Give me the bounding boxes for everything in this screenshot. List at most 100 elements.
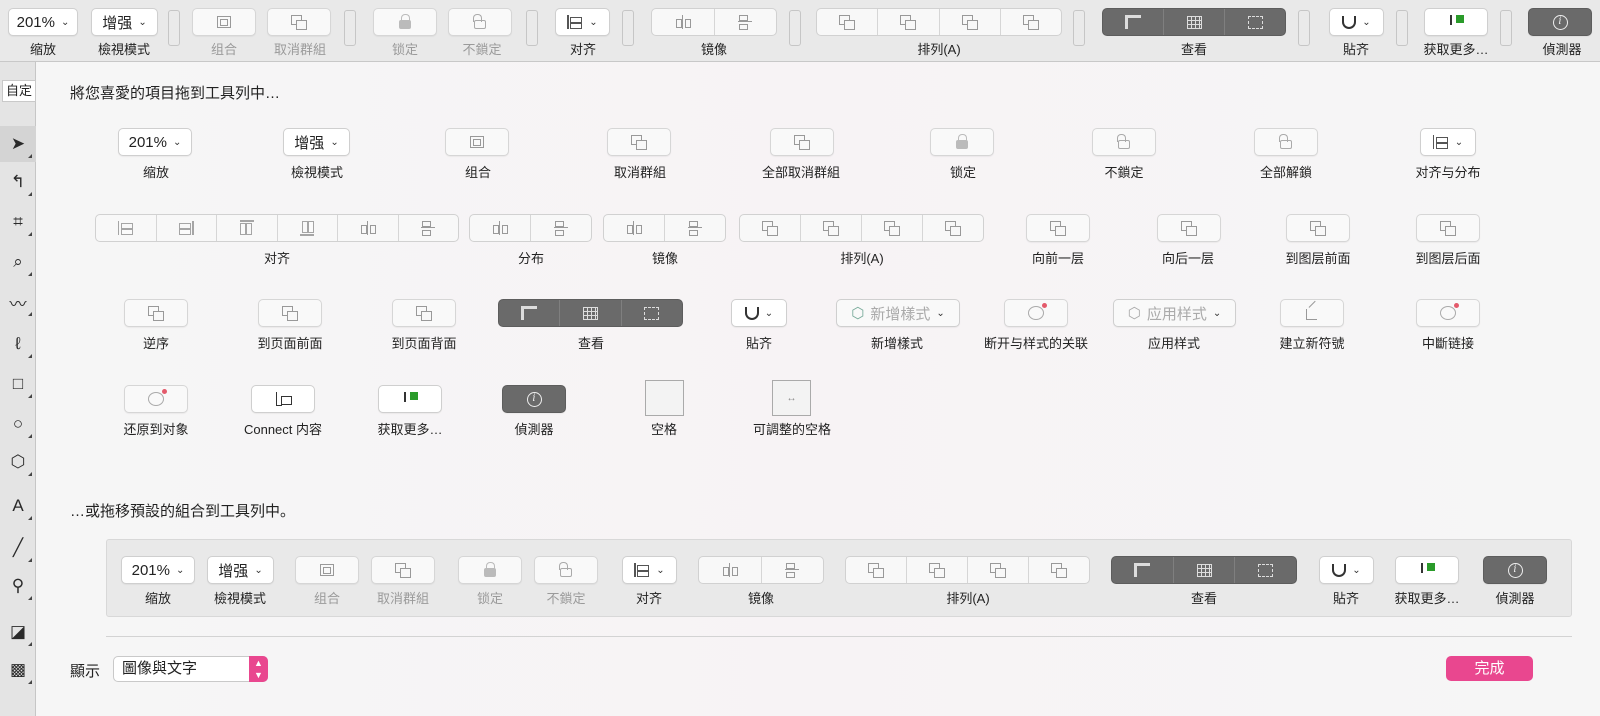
item-snap[interactable]: ⌄	[731, 299, 787, 327]
item-revert-to-object[interactable]	[124, 385, 188, 413]
item-view-mode[interactable]: 增强 ⌄	[283, 128, 350, 156]
polygon-tool[interactable]: ⬡	[0, 444, 36, 480]
item-new-style[interactable]: ⬡ 新增樣式 ⌄	[836, 299, 960, 327]
distribute-v-button[interactable]	[531, 215, 591, 241]
node-tool[interactable]: ↰	[0, 164, 36, 200]
item-group[interactable]	[445, 128, 509, 156]
bring-forward-button[interactable]	[740, 215, 801, 241]
item-unlock[interactable]	[1092, 128, 1156, 156]
bring-forward-button[interactable]	[817, 9, 879, 35]
crop-tool[interactable]: ⌗	[0, 204, 36, 240]
item-to-page-back[interactable]	[392, 299, 456, 327]
get-more-button[interactable]	[1424, 8, 1488, 36]
item-reverse-order[interactable]	[124, 299, 188, 327]
item-to-page-front[interactable]	[258, 299, 322, 327]
lock-button[interactable]	[373, 8, 437, 36]
item-align-distribute[interactable]: ⌄	[1420, 128, 1476, 156]
guides-button[interactable]	[622, 300, 682, 326]
item-new-symbol[interactable]	[1280, 299, 1344, 327]
item-align-segmented[interactable]	[95, 214, 459, 242]
default-inspector: i	[1483, 556, 1547, 584]
item-send-to-back[interactable]	[1416, 214, 1480, 242]
flip-vertical-button[interactable]	[715, 9, 777, 35]
chevron-down-icon: ⌄	[172, 136, 182, 148]
distribute-h-icon	[492, 221, 508, 235]
align-top-button[interactable]	[217, 215, 278, 241]
default-set[interactable]: 201% ⌄ 缩放 增强 ⌄ 檢視模式 组合 取消群組 锁定 不鎖定 ⌄ 对齐 镜像…	[106, 539, 1572, 617]
bring-to-front-button[interactable]	[940, 9, 1001, 35]
align-center-h-button[interactable]	[338, 215, 399, 241]
send-to-back-button[interactable]	[923, 215, 983, 241]
line-tool[interactable]: ╱	[0, 530, 36, 566]
item-send-backward[interactable]	[1157, 214, 1221, 242]
sidebar-custom-field[interactable]: 自定	[2, 80, 36, 102]
rectangle-tool[interactable]: □	[0, 366, 36, 402]
item-flexible-space[interactable]: ↔	[772, 380, 811, 416]
zoom-tool[interactable]: ⌕	[0, 244, 36, 280]
send-backward-button[interactable]	[878, 9, 940, 35]
align-left-button[interactable]	[96, 215, 157, 241]
item-bring-to-front[interactable]	[1286, 214, 1350, 242]
snap-dropdown[interactable]: ⌄	[1329, 8, 1384, 36]
item-unlink-style[interactable]	[1004, 299, 1068, 327]
item-mirror-segmented[interactable]	[603, 214, 726, 242]
flip-horizontal-button[interactable]	[652, 9, 715, 35]
freehand-tool[interactable]: 〰	[0, 284, 36, 320]
item-zoom[interactable]: 201% ⌄	[118, 128, 192, 156]
item-arrange-segmented[interactable]	[739, 214, 984, 242]
flip-vertical-button[interactable]	[665, 215, 725, 241]
item-distribute-segmented[interactable]	[469, 214, 592, 242]
item-view-segmented[interactable]	[498, 299, 683, 327]
transparency-tool[interactable]: ▩	[0, 652, 36, 688]
grid-button[interactable]	[1164, 9, 1225, 35]
grid-button[interactable]	[560, 300, 622, 326]
rulers-button[interactable]	[1103, 9, 1164, 35]
item-apply-style[interactable]: ⬡ 应用样式 ⌄	[1113, 299, 1236, 327]
eyedropper-tool[interactable]: ⚲	[0, 568, 36, 604]
distribute-h-button[interactable]	[470, 215, 531, 241]
item-connect-content[interactable]	[251, 385, 315, 413]
curve-tool[interactable]: ℓ	[0, 326, 36, 362]
ellipse-tool[interactable]: ○	[0, 406, 36, 442]
group-icon	[320, 564, 334, 576]
revert-to-object-icon	[148, 389, 167, 406]
item-get-more[interactable]	[378, 385, 442, 413]
ungroup-button[interactable]	[267, 8, 331, 36]
item-break-link[interactable]	[1416, 299, 1480, 327]
rectangle-icon: □	[12, 374, 24, 393]
item-bring-forward[interactable]	[1026, 214, 1090, 242]
align-right-button[interactable]	[157, 215, 217, 241]
view-mode-dropdown[interactable]: 增强 ⌄	[91, 8, 158, 36]
item-label: 到图层后面	[1415, 251, 1481, 266]
zoom-dropdown[interactable]: 201% ⌄	[8, 8, 78, 36]
item-lock[interactable]	[930, 128, 994, 156]
eyedropper-icon: ⚲	[11, 576, 25, 595]
rulers-button[interactable]	[499, 300, 561, 326]
item-unlock-all[interactable]	[1254, 128, 1318, 156]
show-mode-select[interactable]: 圖像與文字 ▲ ▼	[113, 656, 268, 682]
send-to-back-button[interactable]	[1001, 9, 1061, 35]
send-backward-button[interactable]	[801, 215, 862, 241]
align-bottom-button[interactable]	[278, 215, 338, 241]
inspector-button[interactable]: i	[1528, 8, 1592, 36]
group-button[interactable]	[192, 8, 256, 36]
item-space[interactable]	[645, 380, 684, 416]
divider	[106, 636, 1572, 637]
bring-to-front-button[interactable]	[862, 215, 923, 241]
bring-to-front-icon	[884, 221, 900, 236]
text-tool[interactable]: A	[0, 488, 36, 524]
select-tool[interactable]: ➤	[0, 126, 36, 162]
text-icon: A	[12, 496, 24, 515]
item-inspector[interactable]: i	[502, 385, 566, 413]
fill-tool[interactable]: ◪	[0, 614, 36, 650]
done-button[interactable]: 完成	[1446, 656, 1533, 681]
item-ungroup[interactable]	[607, 128, 671, 156]
grid-icon	[1196, 563, 1212, 577]
unlock-button[interactable]	[448, 8, 512, 36]
default-ungroup	[371, 556, 435, 584]
align-dropdown[interactable]: ⌄	[555, 8, 610, 36]
flip-horizontal-button[interactable]	[604, 215, 665, 241]
align-center-v-button[interactable]	[399, 215, 459, 241]
guides-button[interactable]	[1225, 9, 1285, 35]
item-ungroup-all[interactable]	[770, 128, 834, 156]
